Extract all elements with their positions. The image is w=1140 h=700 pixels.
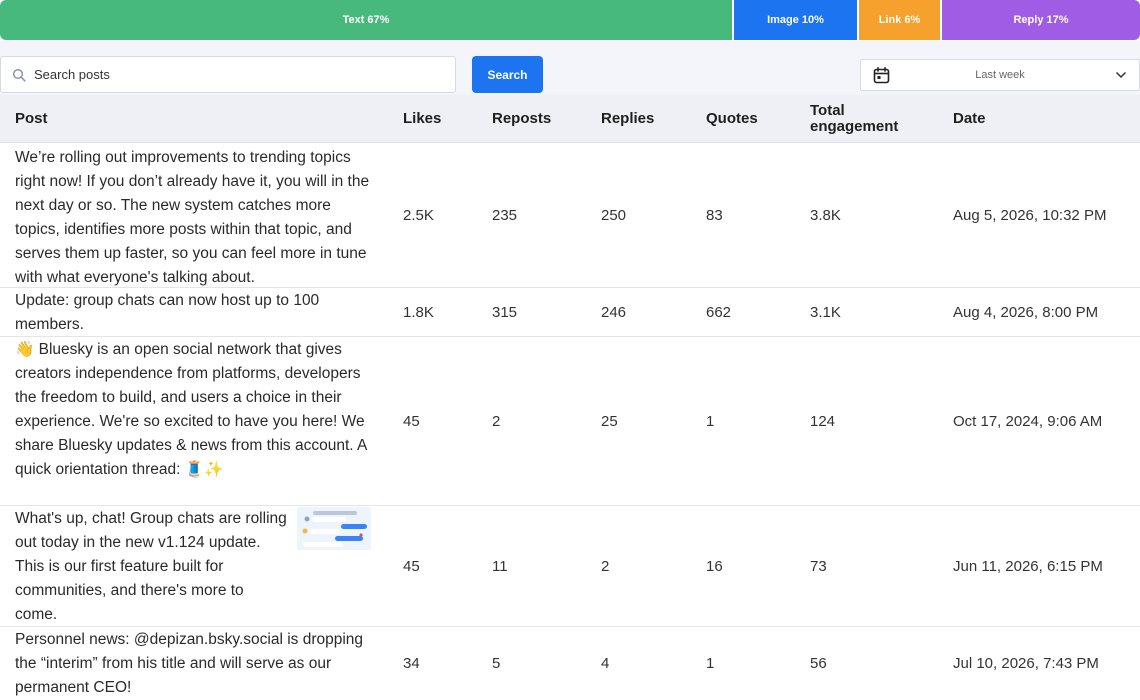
quotes-value: 662 — [706, 303, 732, 321]
segment-link-label: Link 6% — [878, 14, 921, 26]
column-header-date[interactable]: Date — [953, 95, 986, 143]
quotes-value: 1 — [706, 412, 715, 430]
date-value: Aug 4, 2026, 8:00 PM — [953, 303, 1099, 321]
column-header-reposts[interactable]: Reposts — [492, 95, 551, 143]
segment-reply-label: Reply 17% — [1013, 14, 1069, 26]
likes-value: 34 — [403, 655, 420, 672]
column-header-post[interactable]: Post — [15, 95, 48, 143]
replies-value: 25 — [601, 412, 618, 430]
table-row[interactable]: Update: group chats can now host up to 1… — [0, 288, 1140, 337]
posts-table: Post Likes Reposts Replies Quotes Total … — [0, 95, 1140, 700]
reposts-value: 315 — [492, 303, 518, 321]
segment-image-label: Image 10% — [767, 14, 824, 26]
post-text[interactable]: 👋 Bluesky is an open social network that… — [15, 338, 375, 482]
post-text[interactable]: Personnel news: @depizan.bsky.social is … — [15, 628, 375, 700]
reposts-value: 5 — [492, 655, 501, 672]
segment-reply[interactable]: Reply 17% — [942, 0, 1140, 40]
likes-value: 45 — [403, 412, 420, 430]
date-range-value: Last week — [975, 69, 1025, 81]
post-image-thumbnail[interactable] — [297, 507, 371, 550]
total-engagement-value: 73 — [810, 557, 827, 575]
table-header: Post Likes Reposts Replies Quotes Total … — [0, 95, 1140, 143]
column-header-total-engagement[interactable]: Total engagement — [810, 95, 920, 143]
toolbar: Search Last week — [0, 41, 1140, 95]
quotes-value: 1 — [706, 655, 715, 672]
chevron-down-icon — [1115, 71, 1127, 79]
total-engagement-value: 124 — [810, 412, 836, 430]
table-row[interactable]: Personnel news: @depizan.bsky.social is … — [0, 627, 1140, 700]
reposts-value: 11 — [492, 557, 508, 575]
date-value: Jul 10, 2026, 7:43 PM — [953, 655, 1099, 672]
column-header-likes[interactable]: Likes — [403, 95, 441, 143]
likes-value: 1.8K — [403, 303, 434, 321]
calendar-icon — [873, 67, 890, 84]
column-header-quotes[interactable]: Quotes — [706, 95, 758, 143]
date-value: Aug 5, 2026, 10:32 PM — [953, 206, 1107, 224]
total-engagement-value: 3.8K — [810, 206, 841, 224]
date-value: Jun 11, 2026, 6:15 PM — [953, 557, 1103, 575]
table-row[interactable]: What's up, chat! Group chats are rolling… — [0, 506, 1140, 627]
search-button[interactable]: Search — [472, 56, 543, 93]
post-text[interactable]: Update: group chats can now host up to 1… — [15, 289, 375, 337]
likes-value: 2.5K — [403, 206, 434, 224]
replies-value: 246 — [601, 303, 627, 321]
reposts-value: 2 — [492, 412, 501, 430]
post-text[interactable]: We’re rolling out improvements to trendi… — [15, 146, 375, 290]
date-range-select[interactable]: Last week — [860, 59, 1140, 91]
total-engagement-value: 56 — [810, 655, 827, 672]
segment-image[interactable]: Image 10% — [734, 0, 857, 40]
table-row[interactable]: 👋 Bluesky is an open social network that… — [0, 337, 1140, 506]
replies-value: 250 — [601, 206, 627, 224]
column-header-replies[interactable]: Replies — [601, 95, 654, 143]
post-type-distribution-bar: Text 67% Image 10% Link 6% Reply 17% — [0, 0, 1140, 40]
quotes-value: 16 — [706, 557, 723, 575]
search-input[interactable] — [34, 57, 444, 92]
search-icon — [12, 68, 26, 82]
likes-value: 45 — [403, 557, 420, 575]
quotes-value: 83 — [706, 206, 723, 224]
post-text[interactable]: What's up, chat! Group chats are rolling… — [15, 507, 290, 627]
reposts-value: 235 — [492, 206, 518, 224]
replies-value: 4 — [601, 655, 610, 672]
segment-text[interactable]: Text 67% — [0, 0, 732, 40]
table-row[interactable]: We’re rolling out improvements to trendi… — [0, 143, 1140, 288]
date-value: Oct 17, 2024, 9:06 AM — [953, 412, 1103, 430]
chat-screenshot-image — [297, 507, 371, 550]
replies-value: 2 — [601, 557, 610, 575]
segment-link[interactable]: Link 6% — [859, 0, 940, 40]
total-engagement-value: 3.1K — [810, 303, 841, 321]
search-box — [0, 56, 456, 93]
segment-text-label: Text 67% — [342, 14, 390, 26]
